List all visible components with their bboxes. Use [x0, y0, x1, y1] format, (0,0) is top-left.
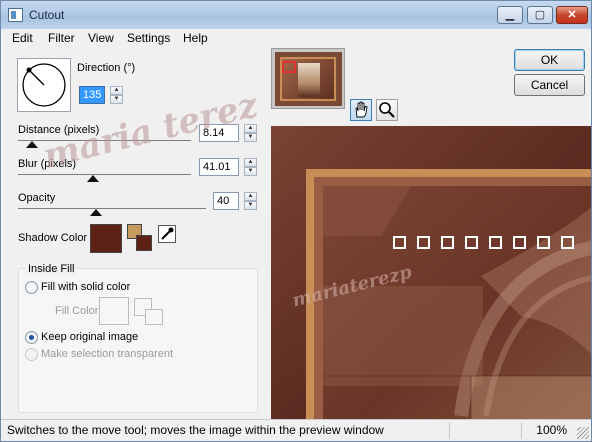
status-bar: Switches to the move tool; moves the ima… [1, 419, 591, 441]
distance-slider-thumb[interactable] [26, 141, 38, 148]
square-1 [393, 236, 406, 249]
preview-image [271, 126, 591, 419]
navigator-thumbnail[interactable] [271, 48, 345, 109]
keep-original-radio[interactable] [25, 331, 38, 344]
square-6 [513, 236, 526, 249]
fill-color-label: Fill Color [55, 305, 99, 317]
make-transparent-radio[interactable] [25, 348, 38, 361]
opacity-spinner[interactable]: ▲ ▼ [244, 192, 257, 210]
navigator-viewport[interactable] [282, 61, 296, 73]
make-transparent-label[interactable]: Make selection transparent [41, 348, 173, 360]
cancel-button[interactable]: Cancel [514, 74, 585, 96]
eyedropper-icon [161, 227, 174, 240]
opacity-slider-track[interactable] [18, 208, 206, 209]
decor-squares [393, 236, 579, 249]
blur-input[interactable]: 41.01 [199, 158, 239, 176]
maximize-button[interactable]: ▢ [527, 6, 553, 24]
fill-recent-colors[interactable] [134, 298, 164, 326]
menu-bar: Edit Filter View Settings Help [1, 29, 591, 48]
resize-grip[interactable] [577, 427, 589, 439]
fill-color-swatch[interactable] [99, 297, 129, 325]
cutout-dialog: Cutout ▁ ▢ ✕ Edit Filter View Settings H… [0, 0, 592, 442]
direction-input[interactable]: 135 [79, 86, 105, 104]
direction-spinner[interactable]: ▲ ▼ [110, 86, 123, 104]
square-8 [561, 236, 574, 249]
inside-fill-title: Inside Fill [26, 263, 77, 275]
fill-solid-label[interactable]: Fill with solid color [41, 281, 130, 293]
opacity-input[interactable]: 40 [213, 192, 239, 210]
menu-filter[interactable]: Filter [48, 31, 75, 45]
opacity-label: Opacity [18, 192, 56, 204]
status-text: Switches to the move tool; moves the ima… [7, 423, 384, 437]
blur-slider-track[interactable] [18, 174, 191, 175]
opacity-slider-thumb[interactable] [90, 209, 102, 216]
square-5 [489, 236, 502, 249]
app-icon [8, 8, 23, 22]
square-7 [537, 236, 550, 249]
keep-original-label[interactable]: Keep original image [41, 331, 138, 343]
blur-spinner[interactable]: ▲ ▼ [244, 158, 257, 176]
zoom-level: 100% [521, 422, 573, 439]
close-button[interactable]: ✕ [556, 6, 588, 24]
preview-pane[interactable] [271, 126, 591, 419]
direction-dial[interactable] [17, 58, 71, 112]
square-4 [465, 236, 478, 249]
title-bar[interactable]: Cutout ▁ ▢ ✕ [1, 1, 591, 29]
blur-slider-thumb[interactable] [87, 175, 99, 182]
menu-edit[interactable]: Edit [12, 31, 33, 45]
window-title: Cutout [29, 8, 65, 22]
direction-label: Direction (°) [77, 62, 136, 74]
hand-icon [355, 101, 368, 118]
menu-help[interactable]: Help [183, 31, 208, 45]
menu-settings[interactable]: Settings [127, 31, 170, 45]
eyedropper-button[interactable] [158, 225, 176, 243]
move-tool-button[interactable] [350, 99, 372, 121]
fill-solid-radio[interactable] [25, 281, 38, 294]
magnifier-icon [379, 102, 395, 118]
ok-button[interactable]: OK [514, 49, 585, 71]
shadow-color-label: Shadow Color [18, 232, 88, 244]
status-empty [449, 422, 519, 439]
square-3 [441, 236, 454, 249]
menu-view[interactable]: View [88, 31, 114, 45]
square-2 [417, 236, 430, 249]
minimize-button[interactable]: ▁ [497, 6, 523, 24]
zoom-tool-button[interactable] [376, 99, 398, 121]
recent-colors-swatch[interactable] [127, 224, 153, 253]
shadow-color-swatch[interactable] [90, 224, 122, 253]
